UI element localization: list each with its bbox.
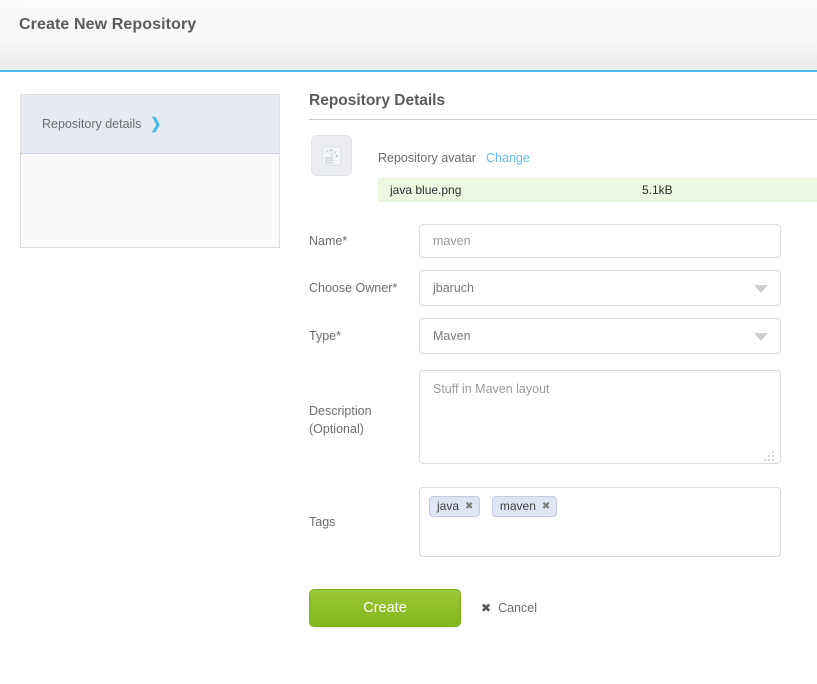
form-row-description: Description (Optional) Stuff in Maven la… (309, 370, 817, 469)
cancel-label: Cancel (498, 601, 537, 615)
page-title: Create New Repository (19, 16, 197, 33)
tag-chip[interactable]: maven ✖ (491, 496, 558, 517)
tags-field-wrap: java ✖ maven ✖ (419, 487, 781, 557)
chevron-down-icon[interactable] (754, 333, 768, 341)
description-field-wrap: Stuff in Maven layout (419, 370, 781, 469)
form-row-type: Type* Maven (309, 318, 817, 354)
type-selected-value: Maven (433, 329, 471, 343)
create-repository-screen: Create New Repository Repository details… (0, 0, 817, 684)
wizard-panel: Repository details ❯ (20, 94, 280, 248)
section-title: Repository Details (309, 92, 446, 109)
chevron-right-icon: ❯ (150, 114, 162, 133)
type-field-wrap: Maven (419, 318, 781, 354)
resize-grip-icon[interactable] (764, 451, 775, 462)
owner-label: Choose Owner* (309, 281, 398, 295)
description-label-line1: Description (309, 403, 372, 418)
type-select[interactable]: Maven (419, 318, 781, 354)
wizard-empty-area (21, 154, 279, 247)
form-actions: Create ✖ Cancel (309, 589, 817, 627)
sidebar-item-repository-details[interactable]: Repository details ❯ (21, 95, 279, 154)
cancel-button[interactable]: ✖ Cancel (481, 601, 537, 615)
uploaded-file-size: 5.1kB (642, 183, 673, 197)
name-input[interactable] (419, 224, 781, 258)
chevron-down-icon[interactable] (754, 285, 768, 293)
wizard-step-label: Repository details (42, 117, 142, 131)
image-placeholder-icon (322, 146, 341, 165)
name-label: Name* (309, 234, 348, 248)
app-header: Create New Repository (0, 0, 817, 72)
tags-label: Tags (309, 515, 336, 529)
change-avatar-link[interactable]: Change (486, 151, 530, 165)
repository-avatar[interactable] (311, 135, 352, 176)
type-label: Type* (309, 329, 341, 343)
form-row-tags: Tags java ✖ maven ✖ (309, 487, 817, 557)
form-row-name: Name* (309, 224, 817, 258)
description-label-line2: (Optional) (309, 421, 364, 436)
remove-tag-icon[interactable]: ✖ (465, 501, 473, 512)
avatar-field-line: Repository avatar Change (378, 146, 750, 170)
repository-details-form: Repository Details Repository avatar Cha… (309, 92, 817, 627)
avatar-label: Repository avatar (378, 151, 476, 165)
background-tab-fragment (25, 0, 160, 8)
close-icon: ✖ (481, 601, 492, 615)
name-field-wrap (419, 224, 781, 258)
uploaded-file-name: java blue.png (390, 183, 462, 197)
section-divider (309, 119, 817, 120)
owner-select[interactable]: jbaruch (419, 270, 781, 306)
uploaded-file-row: java blue.png 5.1kB (378, 178, 817, 202)
tag-chip[interactable]: java ✖ (429, 496, 481, 517)
tags-input[interactable]: java ✖ maven ✖ (419, 487, 781, 557)
description-label: Description (Optional) (309, 402, 419, 438)
description-textarea[interactable]: Stuff in Maven layout (419, 370, 781, 464)
tag-chip-label: java (437, 499, 460, 513)
owner-selected-value: jbaruch (433, 281, 474, 295)
create-button[interactable]: Create (309, 589, 461, 627)
form-row-owner: Choose Owner* jbaruch (309, 270, 817, 306)
avatar-block: Repository avatar Change java blue.png 5… (309, 134, 817, 224)
tag-chip-label: maven (499, 499, 536, 513)
remove-tag-icon[interactable]: ✖ (542, 501, 550, 512)
owner-field-wrap: jbaruch (419, 270, 781, 306)
